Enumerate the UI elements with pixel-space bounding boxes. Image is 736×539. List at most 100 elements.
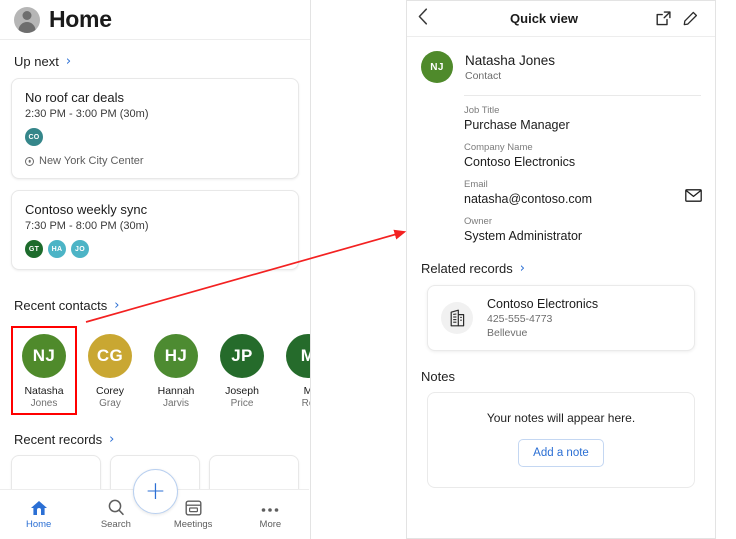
- contact-first-name: M: [304, 385, 310, 397]
- meeting-card[interactable]: Contoso weekly sync 7:30 PM - 8:00 PM (3…: [11, 190, 299, 270]
- contact-avatar: HJ: [154, 334, 198, 378]
- nav-label: More: [259, 519, 282, 530]
- contact-item-corey-gray[interactable]: CG Corey Gray: [77, 326, 143, 413]
- field-label: Company Name: [464, 142, 533, 153]
- field-company-name: Company Name Contoso Electronics: [464, 132, 701, 169]
- nav-label: Search: [100, 519, 131, 530]
- home-scroll-body: Up next › No roof car deals 2:30 PM - 3:…: [0, 40, 310, 539]
- contact-first-name: Joseph: [225, 385, 259, 397]
- add-icon: +: [145, 475, 166, 505]
- section-label: Recent records: [14, 432, 103, 447]
- contact-last-name: Jarvis: [162, 398, 190, 409]
- mail-icon: [685, 189, 702, 202]
- field-value[interactable]: natasha@contoso.com: [464, 192, 701, 206]
- contact-first-name: Hannah: [157, 385, 195, 397]
- quick-view-panel: Quick view NJ Natasha Jones Contact Job …: [406, 0, 716, 539]
- section-label: Recent contacts: [14, 298, 108, 313]
- chevron-left-icon: [418, 8, 428, 25]
- contact-avatar: JP: [220, 334, 264, 378]
- contact-last-name: Jones: [30, 398, 58, 409]
- contact-item-hannah-jarvis[interactable]: HJ Hannah Jarvis: [143, 326, 209, 413]
- contact-summary: NJ Natasha Jones Contact: [407, 37, 715, 95]
- field-owner: Owner System Administrator: [464, 206, 701, 243]
- related-record-phone: 425-555-4773: [487, 313, 553, 325]
- section-label: Related records: [421, 261, 513, 276]
- nav-item-home[interactable]: Home: [0, 490, 77, 539]
- attendee-chip[interactable]: JO: [71, 240, 89, 258]
- edit-button[interactable]: [677, 11, 704, 26]
- back-button[interactable]: [418, 8, 438, 29]
- section-header-up-next[interactable]: Up next ›: [0, 40, 310, 78]
- building-icon: [441, 302, 473, 334]
- section-label: Notes: [421, 369, 455, 384]
- contact-last-name: Ro: [301, 398, 310, 409]
- open-in-new-button[interactable]: [650, 11, 677, 26]
- contact-identity: Natasha Jones Contact: [465, 53, 555, 82]
- person-avatar-icon[interactable]: [14, 6, 40, 33]
- field-label: Job Title: [464, 105, 500, 116]
- section-header-related-records[interactable]: Related records ›: [407, 243, 715, 285]
- field-email: Email natasha@contoso.com: [464, 169, 702, 207]
- meeting-title: No roof car deals: [25, 90, 124, 105]
- contact-item-joseph-price[interactable]: JP Joseph Price: [209, 326, 275, 413]
- home-header: Home: [0, 0, 310, 40]
- chevron-right-icon[interactable]: ›: [520, 262, 525, 275]
- contact-last-name: Gray: [99, 398, 121, 409]
- contact-item-partial[interactable]: M M Ro: [275, 326, 310, 413]
- related-record-card[interactable]: Contoso Electronics 425-555-4773 Bellevu…: [427, 285, 695, 351]
- meeting-location-text: New York City Center: [39, 155, 144, 167]
- nav-label: Home: [25, 519, 52, 530]
- add-note-button[interactable]: Add a note: [518, 439, 604, 467]
- field-job-title: Job Title Purchase Manager: [464, 95, 701, 132]
- open-in-new-icon: [656, 11, 671, 26]
- bottom-navigation-bar: Home Search Meetings More +: [0, 469, 309, 539]
- section-label: Up next: [14, 54, 59, 69]
- more-icon: [260, 499, 280, 516]
- related-record-details: Contoso Electronics 425-555-4773 Bellevu…: [487, 297, 598, 339]
- field-value: Contoso Electronics: [464, 155, 576, 169]
- contact-first-name: Natasha: [24, 385, 64, 397]
- field-value: Purchase Manager: [464, 118, 570, 132]
- section-header-recent-records[interactable]: Recent records ›: [0, 419, 310, 453]
- related-record-city: Bellevue: [487, 327, 528, 339]
- meetings-icon: [185, 499, 202, 516]
- attendee-chip-row: GT HA JO: [25, 240, 285, 258]
- location-pin-icon: [25, 156, 34, 166]
- attendee-chip[interactable]: GT: [25, 240, 43, 258]
- meeting-title: Contoso weekly sync: [25, 202, 148, 217]
- contact-fields: Job Title Purchase Manager Company Name …: [407, 95, 715, 243]
- field-label: Owner: [464, 216, 492, 227]
- section-header-notes: Notes: [407, 351, 715, 392]
- chevron-right-icon[interactable]: ›: [66, 55, 71, 68]
- pencil-edit-icon: [683, 11, 698, 26]
- attendee-chip[interactable]: CO: [25, 128, 43, 146]
- chevron-right-icon[interactable]: ›: [114, 299, 119, 312]
- section-header-recent-contacts[interactable]: Recent contacts ›: [0, 281, 310, 322]
- contact-type: Contact: [465, 69, 502, 82]
- search-icon: [107, 499, 125, 516]
- contact-item-natasha-jones[interactable]: NJ Natasha Jones: [11, 326, 77, 415]
- attendee-chip[interactable]: HA: [48, 240, 66, 258]
- meeting-location: New York City Center: [25, 155, 285, 167]
- recent-contacts-strip: NJ Natasha Jones CG Corey Gray HJ Hannah…: [0, 322, 310, 419]
- attendee-chip-row: CO: [25, 128, 285, 146]
- field-label: Email: [464, 179, 488, 190]
- contact-avatar: NJ: [421, 51, 453, 83]
- contact-last-name: Price: [230, 398, 254, 409]
- nav-label: Meetings: [173, 519, 213, 530]
- notes-empty-text: Your notes will appear here.: [486, 411, 636, 425]
- home-icon: [30, 499, 48, 516]
- nav-item-more[interactable]: More: [232, 490, 309, 539]
- field-value: System Administrator: [464, 229, 583, 243]
- send-email-button[interactable]: [685, 189, 702, 207]
- notes-empty-state: Your notes will appear here. Add a note: [427, 392, 695, 488]
- contact-avatar: M: [286, 334, 310, 378]
- chevron-right-icon[interactable]: ›: [109, 433, 114, 446]
- home-panel: Home Up next › No roof car deals 2:30 PM…: [0, 0, 311, 539]
- meeting-card[interactable]: No roof car deals 2:30 PM - 3:00 PM (30m…: [11, 78, 299, 179]
- related-record-name: Contoso Electronics: [487, 297, 599, 311]
- meeting-time: 7:30 PM - 8:00 PM (30m): [25, 220, 149, 232]
- add-button[interactable]: +: [133, 469, 178, 514]
- quick-view-header: Quick view: [407, 1, 715, 37]
- meeting-time: 2:30 PM - 3:00 PM (30m): [25, 108, 149, 120]
